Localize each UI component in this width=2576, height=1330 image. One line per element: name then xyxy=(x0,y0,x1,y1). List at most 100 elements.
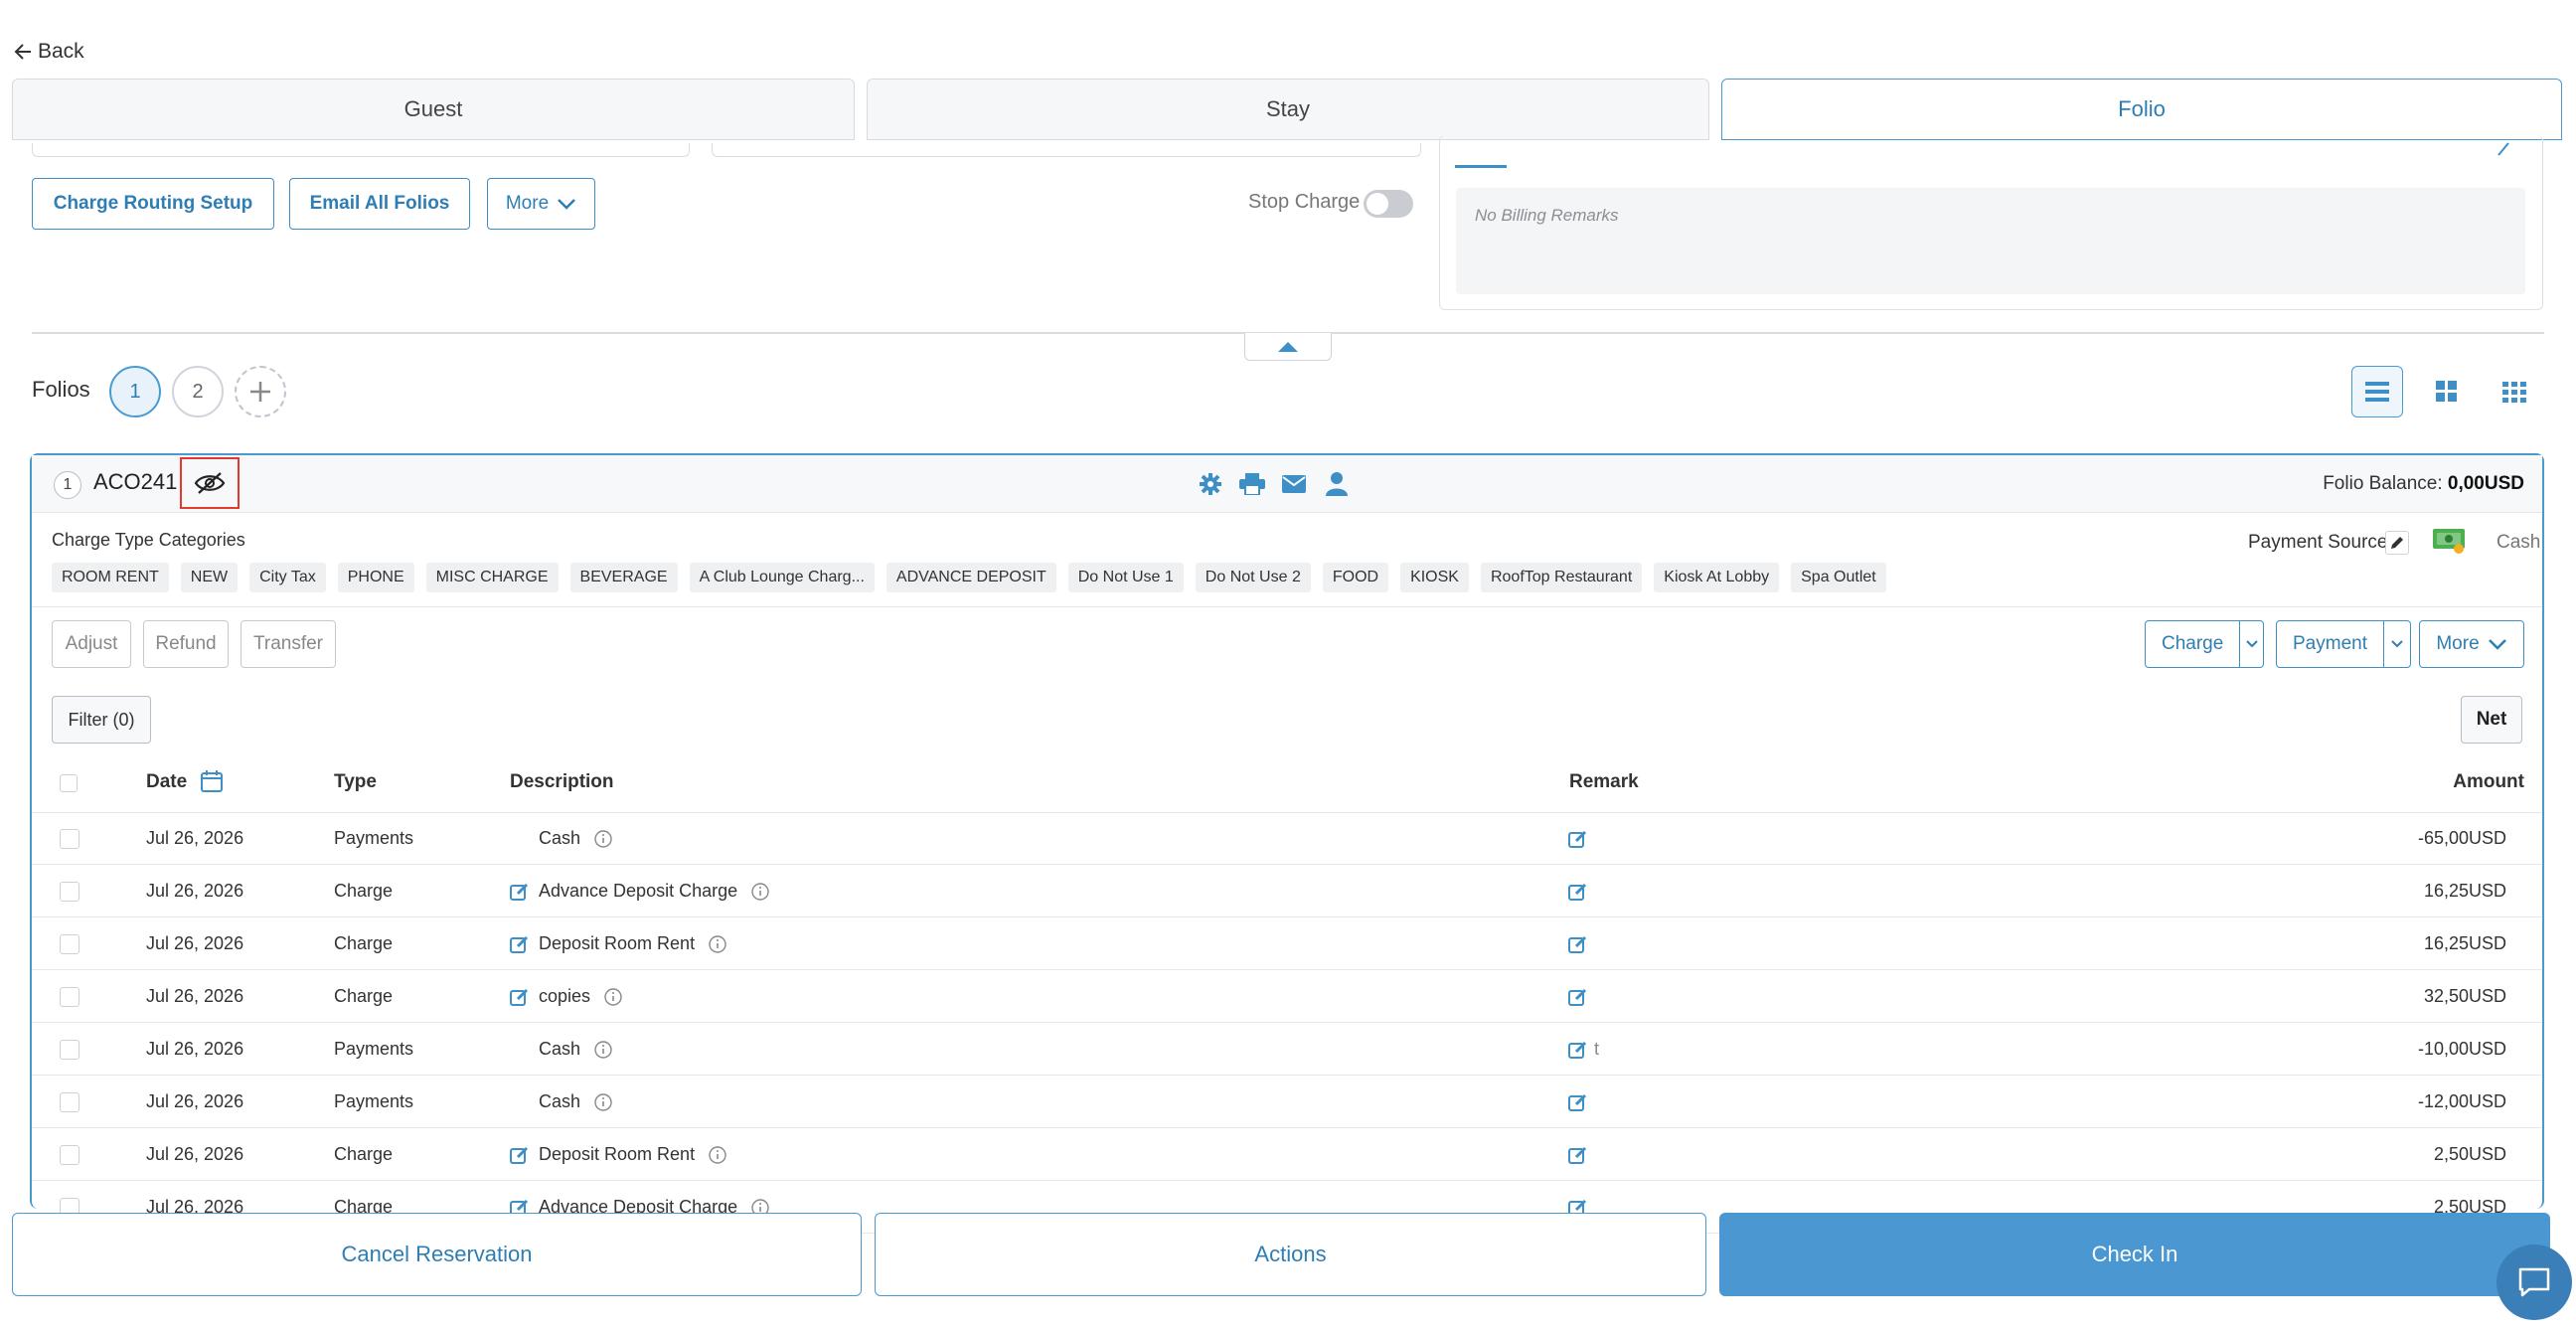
row-checkbox[interactable] xyxy=(60,986,80,1007)
tab-stay[interactable]: Stay xyxy=(867,79,1709,140)
edit-payment-source-button[interactable] xyxy=(2385,531,2409,555)
email-all-folios-button[interactable]: Email All Folios xyxy=(289,178,470,230)
column-header-type[interactable]: Type xyxy=(334,771,377,793)
select-all-checkbox[interactable] xyxy=(60,774,78,792)
edit-remark-icon[interactable] xyxy=(1568,1040,1588,1060)
billing-tab-indicator xyxy=(1455,165,1507,168)
category-chip[interactable]: City Tax xyxy=(249,563,326,592)
row-checkbox[interactable] xyxy=(60,1144,80,1165)
column-header-remark[interactable]: Remark xyxy=(1569,771,1639,793)
row-checkbox[interactable] xyxy=(60,1091,80,1112)
folio-selector-2[interactable]: 2 xyxy=(172,366,224,417)
category-chip[interactable]: RoofTop Restaurant xyxy=(1480,563,1643,592)
check-in-button[interactable]: Check In xyxy=(1719,1213,2550,1296)
edit-remark-icon[interactable] xyxy=(1568,934,1588,954)
category-chip[interactable]: ADVANCE DEPOSIT xyxy=(886,563,1056,592)
row-checkbox-cell xyxy=(60,812,80,865)
table-row[interactable]: Jul 26, 2026 Payments Cash t -10,00USD xyxy=(32,1023,2542,1076)
guest-user-icon[interactable] xyxy=(1326,472,1348,496)
charge-split-button[interactable]: Charge xyxy=(2145,620,2264,668)
button-label: Cancel Reservation xyxy=(341,1242,533,1266)
edit-remark-icon[interactable] xyxy=(1568,1092,1588,1112)
folio-number-badge: 1 xyxy=(54,471,81,499)
folio-more-button[interactable]: More xyxy=(2419,620,2524,668)
calendar-icon[interactable] xyxy=(201,770,223,792)
edit-remark-icon[interactable] xyxy=(1568,882,1588,902)
info-icon[interactable] xyxy=(594,1040,612,1059)
column-header-amount[interactable]: Amount xyxy=(2453,771,2524,793)
hide-folio-toggle[interactable] xyxy=(180,457,240,509)
charge-button[interactable]: Charge xyxy=(2146,621,2239,667)
category-chip[interactable]: KIOSK xyxy=(1400,563,1469,592)
charge-routing-setup-button[interactable]: Charge Routing Setup xyxy=(32,178,274,230)
more-dropdown-button[interactable]: More xyxy=(487,178,595,230)
chevron-down-icon[interactable] xyxy=(2382,621,2410,667)
info-icon[interactable] xyxy=(594,1092,612,1111)
filter-button[interactable]: Filter (0) xyxy=(52,696,151,744)
grid-view-button[interactable] xyxy=(2421,366,2473,417)
chevron-down-icon[interactable] xyxy=(2239,621,2263,667)
category-chip[interactable]: BEVERAGE xyxy=(569,563,678,592)
grid-3x3-view-button[interactable] xyxy=(2489,366,2540,417)
category-chip[interactable]: NEW xyxy=(180,563,239,592)
edit-pencil-icon[interactable] xyxy=(2496,139,2512,159)
add-folio-button[interactable] xyxy=(235,366,286,417)
print-icon[interactable] xyxy=(1239,473,1265,495)
edit-remark-icon[interactable] xyxy=(1568,987,1588,1007)
column-header-description[interactable]: Description xyxy=(510,771,614,793)
transfer-button[interactable]: Transfer xyxy=(241,620,336,668)
collapse-toggle[interactable] xyxy=(1244,333,1332,361)
row-checkbox[interactable] xyxy=(60,933,80,954)
table-row[interactable]: Jul 26, 2026 Charge copies 32,50USD xyxy=(32,970,2542,1023)
actions-button[interactable]: Actions xyxy=(875,1213,1706,1296)
info-icon[interactable] xyxy=(594,829,612,848)
edit-description-icon[interactable] xyxy=(510,970,530,1023)
table-row[interactable]: Jul 26, 2026 Payments Cash -65,00USD xyxy=(32,812,2542,865)
category-chip[interactable]: FOOD xyxy=(1322,563,1389,592)
info-icon[interactable] xyxy=(709,934,726,953)
edit-description-icon[interactable] xyxy=(510,917,530,970)
payment-split-button[interactable]: Payment xyxy=(2276,620,2411,668)
column-header-date[interactable]: Date xyxy=(146,771,187,793)
category-chip[interactable]: ROOM RENT xyxy=(52,563,169,592)
tab-guest[interactable]: Guest xyxy=(12,79,855,140)
folios-label: Folios xyxy=(32,377,90,402)
table-row[interactable]: Jul 26, 2026 Charge Advance Deposit Charge… xyxy=(32,865,2542,917)
refund-button[interactable]: Refund xyxy=(143,620,229,668)
category-chip[interactable]: Do Not Use 1 xyxy=(1067,563,1184,592)
edit-remark-icon[interactable] xyxy=(1568,1145,1588,1165)
folio-selector-1[interactable]: 1 xyxy=(109,366,161,417)
category-chip[interactable]: PHONE xyxy=(337,563,414,592)
cancel-reservation-button[interactable]: Cancel Reservation xyxy=(12,1213,862,1296)
category-chip[interactable]: A Club Lounge Charg... xyxy=(689,563,875,592)
settings-gear-icon[interactable] xyxy=(1199,472,1222,496)
chat-support-button[interactable] xyxy=(2496,1245,2572,1320)
row-checkbox[interactable] xyxy=(60,828,80,849)
table-row[interactable]: Jul 26, 2026 Payments Cash -12,00USD xyxy=(32,1076,2542,1128)
info-icon[interactable] xyxy=(604,987,622,1006)
edit-description-icon[interactable] xyxy=(510,1128,530,1181)
edit-description-icon[interactable] xyxy=(510,865,530,917)
category-chip[interactable]: Kiosk At Lobby xyxy=(1654,563,1780,592)
plus-icon xyxy=(248,380,272,404)
category-chip[interactable]: Do Not Use 2 xyxy=(1195,563,1311,592)
stop-charge-toggle[interactable] xyxy=(1364,190,1413,218)
net-toggle-button[interactable]: Net xyxy=(2461,696,2522,744)
category-chip[interactable]: MISC CHARGE xyxy=(425,563,559,592)
info-icon[interactable] xyxy=(709,1145,726,1164)
info-icon[interactable] xyxy=(751,882,769,901)
table-row[interactable]: Jul 26, 2026 Charge Deposit Room Rent 2,50U… xyxy=(32,1128,2542,1181)
row-checkbox[interactable] xyxy=(60,1039,80,1060)
adjust-button[interactable]: Adjust xyxy=(52,620,131,668)
edit-remark-icon[interactable] xyxy=(1568,829,1588,849)
payment-button[interactable]: Payment xyxy=(2277,621,2383,667)
payment-source-value: Cash xyxy=(2496,532,2541,553)
row-date: Jul 26, 2026 xyxy=(146,1039,244,1059)
back-link[interactable]: Back xyxy=(14,36,84,68)
list-view-button[interactable] xyxy=(2351,366,2403,417)
row-checkbox[interactable] xyxy=(60,881,80,902)
email-envelope-icon[interactable] xyxy=(1282,475,1306,493)
category-chip[interactable]: Spa Outlet xyxy=(1791,563,1886,592)
table-row[interactable]: Jul 26, 2026 Charge Deposit Room Rent 16,25… xyxy=(32,917,2542,970)
tab-folio[interactable]: Folio xyxy=(1721,79,2562,140)
